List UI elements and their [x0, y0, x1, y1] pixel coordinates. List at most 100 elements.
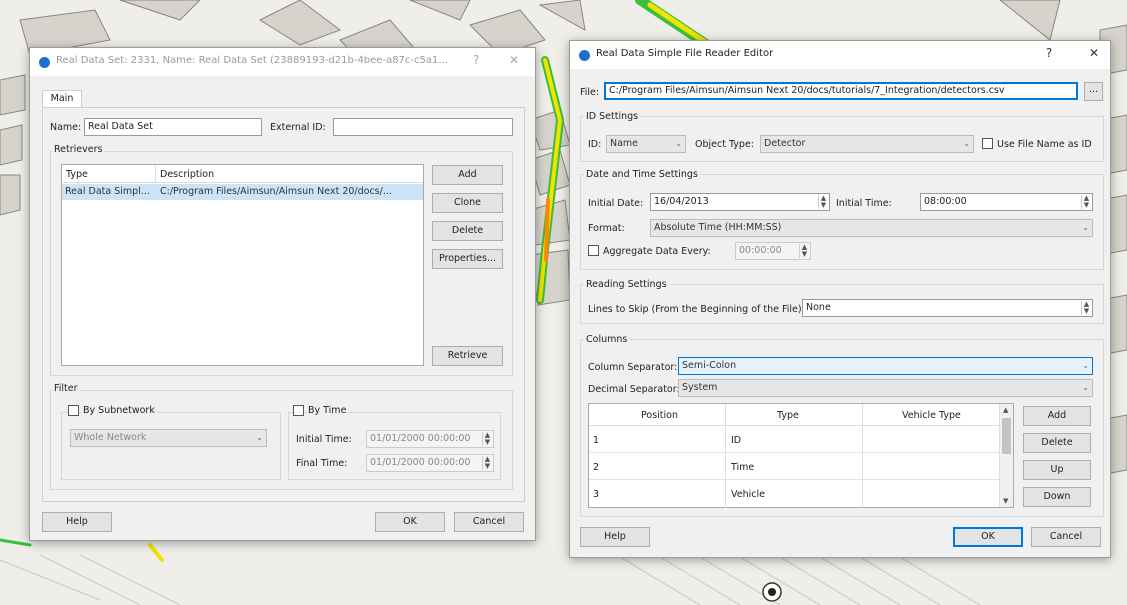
name-field[interactable]: Real Data Set	[84, 118, 262, 136]
initial-time-field[interactable]: 08:00:00 ▲ ▼	[920, 193, 1093, 211]
aggregate-field[interactable]: 00:00:00 ▲ ▼	[735, 242, 811, 260]
table-row[interactable]: Real Data Simpl... C:/Program Files/Aims…	[62, 184, 423, 200]
lines-to-skip-label: Lines to Skip (From the Beginning of the…	[588, 304, 805, 315]
down-button[interactable]: Down	[1023, 487, 1091, 507]
cancel-button[interactable]: Cancel	[1031, 527, 1101, 547]
columns-title: Columns	[584, 334, 630, 345]
object-type-select[interactable]: Detector ⌄	[760, 135, 974, 153]
by-time-checkbox[interactable]	[293, 405, 304, 416]
help-icon[interactable]: ?	[468, 53, 484, 67]
spinner-icon[interactable]: ▲ ▼	[482, 456, 492, 470]
cell-type: ID	[731, 435, 742, 446]
chevron-down-icon: ⌄	[963, 139, 970, 148]
chevron-down-icon: ⌄	[1082, 361, 1089, 370]
date-time-title: Date and Time Settings	[584, 169, 700, 180]
dialog-titlebar[interactable]: Real Data Set: 2331, Name: Real Data Set…	[30, 48, 535, 76]
delete-column-button[interactable]: Delete	[1023, 433, 1091, 453]
reading-settings-title: Reading Settings	[584, 279, 669, 290]
scroll-up-icon[interactable]: ▲	[1003, 406, 1008, 414]
vertical-scrollbar[interactable]: ▲ ▼	[999, 404, 1013, 507]
app-icon	[579, 50, 590, 61]
reader-editor-dialog: Real Data Simple File Reader Editor ? ✕ …	[569, 40, 1111, 558]
id-select[interactable]: Name ⌄	[606, 135, 686, 153]
help-icon[interactable]: ?	[1041, 46, 1057, 60]
column-header-type[interactable]: Type	[66, 169, 88, 180]
aggregate-value: 00:00:00	[739, 245, 782, 256]
spinner-icon[interactable]: ▲ ▼	[482, 432, 492, 446]
decimal-separator-label: Decimal Separator:	[588, 384, 680, 395]
file-field[interactable]: C:/Program Files/Aimsun/Aimsun Next 20/d…	[604, 82, 1078, 100]
column-separator-value: Semi-Colon	[682, 360, 737, 371]
spinner-icon[interactable]: ▲ ▼	[1081, 195, 1091, 209]
format-label: Format:	[588, 223, 625, 234]
external-id-label: External ID:	[270, 122, 326, 133]
initial-time-label: Initial Time:	[836, 198, 892, 209]
column-separator-select[interactable]: Semi-Colon ⌄	[678, 357, 1093, 375]
table-row[interactable]: 3 Vehicle	[589, 481, 999, 507]
cell-type: Time	[731, 462, 755, 473]
final-time-label: Final Time:	[296, 458, 348, 469]
use-file-name-label: Use File Name as ID	[997, 139, 1092, 150]
spinner-icon[interactable]: ▲ ▼	[799, 244, 809, 258]
ok-button[interactable]: OK	[375, 512, 445, 532]
format-select[interactable]: Absolute Time (HH:MM:SS) ⌄	[650, 219, 1093, 237]
up-button[interactable]: Up	[1023, 460, 1091, 480]
clone-button[interactable]: Clone	[432, 193, 503, 213]
tab-main-label: Main	[50, 93, 74, 104]
column-header-description[interactable]: Description	[160, 169, 214, 180]
initial-time-field[interactable]: 01/01/2000 00:00:00 ▲ ▼	[366, 430, 494, 448]
decimal-separator-select[interactable]: System ⌄	[678, 379, 1093, 397]
add-button[interactable]: Add	[432, 165, 503, 185]
close-icon[interactable]: ✕	[1086, 46, 1102, 60]
aggregate-label: Aggregate Data Every:	[603, 246, 711, 257]
id-value: Name	[610, 138, 639, 149]
ok-button[interactable]: OK	[953, 527, 1023, 547]
table-row[interactable]: 1 ID	[589, 427, 999, 453]
column-header-position[interactable]: Position	[641, 410, 678, 421]
properties-button[interactable]: Properties...	[432, 249, 503, 269]
use-file-name-checkbox[interactable]	[982, 138, 993, 149]
dialog-title: Real Data Set: 2331, Name: Real Data Set…	[56, 55, 448, 66]
retrieve-button[interactable]: Retrieve	[432, 346, 503, 366]
dialog-titlebar[interactable]: Real Data Simple File Reader Editor ? ✕	[570, 41, 1110, 69]
chevron-down-icon: ⌄	[1082, 223, 1089, 232]
subnetwork-select[interactable]: Whole Network ⌄	[70, 429, 267, 447]
help-button[interactable]: Help	[42, 512, 112, 532]
calendar-spinner-icon[interactable]: ▲ ▼	[818, 195, 828, 209]
delete-button[interactable]: Delete	[432, 221, 503, 241]
initial-date-label: Initial Date:	[588, 198, 644, 209]
browse-button[interactable]: ...	[1084, 82, 1103, 101]
subnetwork-value: Whole Network	[74, 432, 147, 443]
tab-main[interactable]: Main	[42, 90, 82, 108]
table-header: Position Type Vehicle Type	[589, 404, 999, 508]
retrievers-table[interactable]: Type Description Real Data Simpl... C:/P…	[61, 164, 424, 366]
final-time-field[interactable]: 01/01/2000 00:00:00 ▲ ▼	[366, 454, 494, 472]
decimal-separator-value: System	[682, 382, 718, 393]
columns-table[interactable]: Position Type Vehicle Type 1 ID 2 Time 3…	[588, 403, 1014, 508]
chevron-down-icon: ⌄	[675, 139, 682, 148]
object-type-value: Detector	[764, 138, 806, 149]
external-id-field[interactable]	[333, 118, 513, 136]
cell-description: C:/Program Files/Aimsun/Aimsun Next 20/d…	[160, 186, 392, 197]
column-header-type[interactable]: Type	[777, 410, 799, 421]
cancel-button[interactable]: Cancel	[454, 512, 524, 532]
initial-date-value: 16/04/2013	[654, 196, 709, 207]
help-button[interactable]: Help	[580, 527, 650, 547]
close-icon[interactable]: ✕	[506, 53, 522, 67]
name-label: Name:	[50, 122, 82, 133]
initial-date-field[interactable]: 16/04/2013 ▲ ▼	[650, 193, 830, 211]
table-row[interactable]: 2 Time	[589, 454, 999, 480]
aggregate-checkbox[interactable]	[588, 245, 599, 256]
scroll-thumb[interactable]	[1002, 418, 1011, 454]
spinner-icon[interactable]: ▲ ▼	[1081, 301, 1091, 315]
initial-time-value: 01/01/2000 00:00:00	[370, 433, 471, 444]
lines-to-skip-field[interactable]: None ▲ ▼	[802, 299, 1093, 317]
cell-type: Real Data Simpl...	[65, 186, 150, 197]
column-header-vehicle-type[interactable]: Vehicle Type	[902, 410, 961, 421]
column-divider	[155, 165, 156, 183]
add-column-button[interactable]: Add	[1023, 406, 1091, 426]
scroll-down-icon[interactable]: ▼	[1003, 497, 1008, 505]
by-subnetwork-label: By Subnetwork	[81, 405, 157, 416]
chevron-down-icon: ⌄	[256, 433, 263, 442]
by-subnetwork-checkbox[interactable]	[68, 405, 79, 416]
